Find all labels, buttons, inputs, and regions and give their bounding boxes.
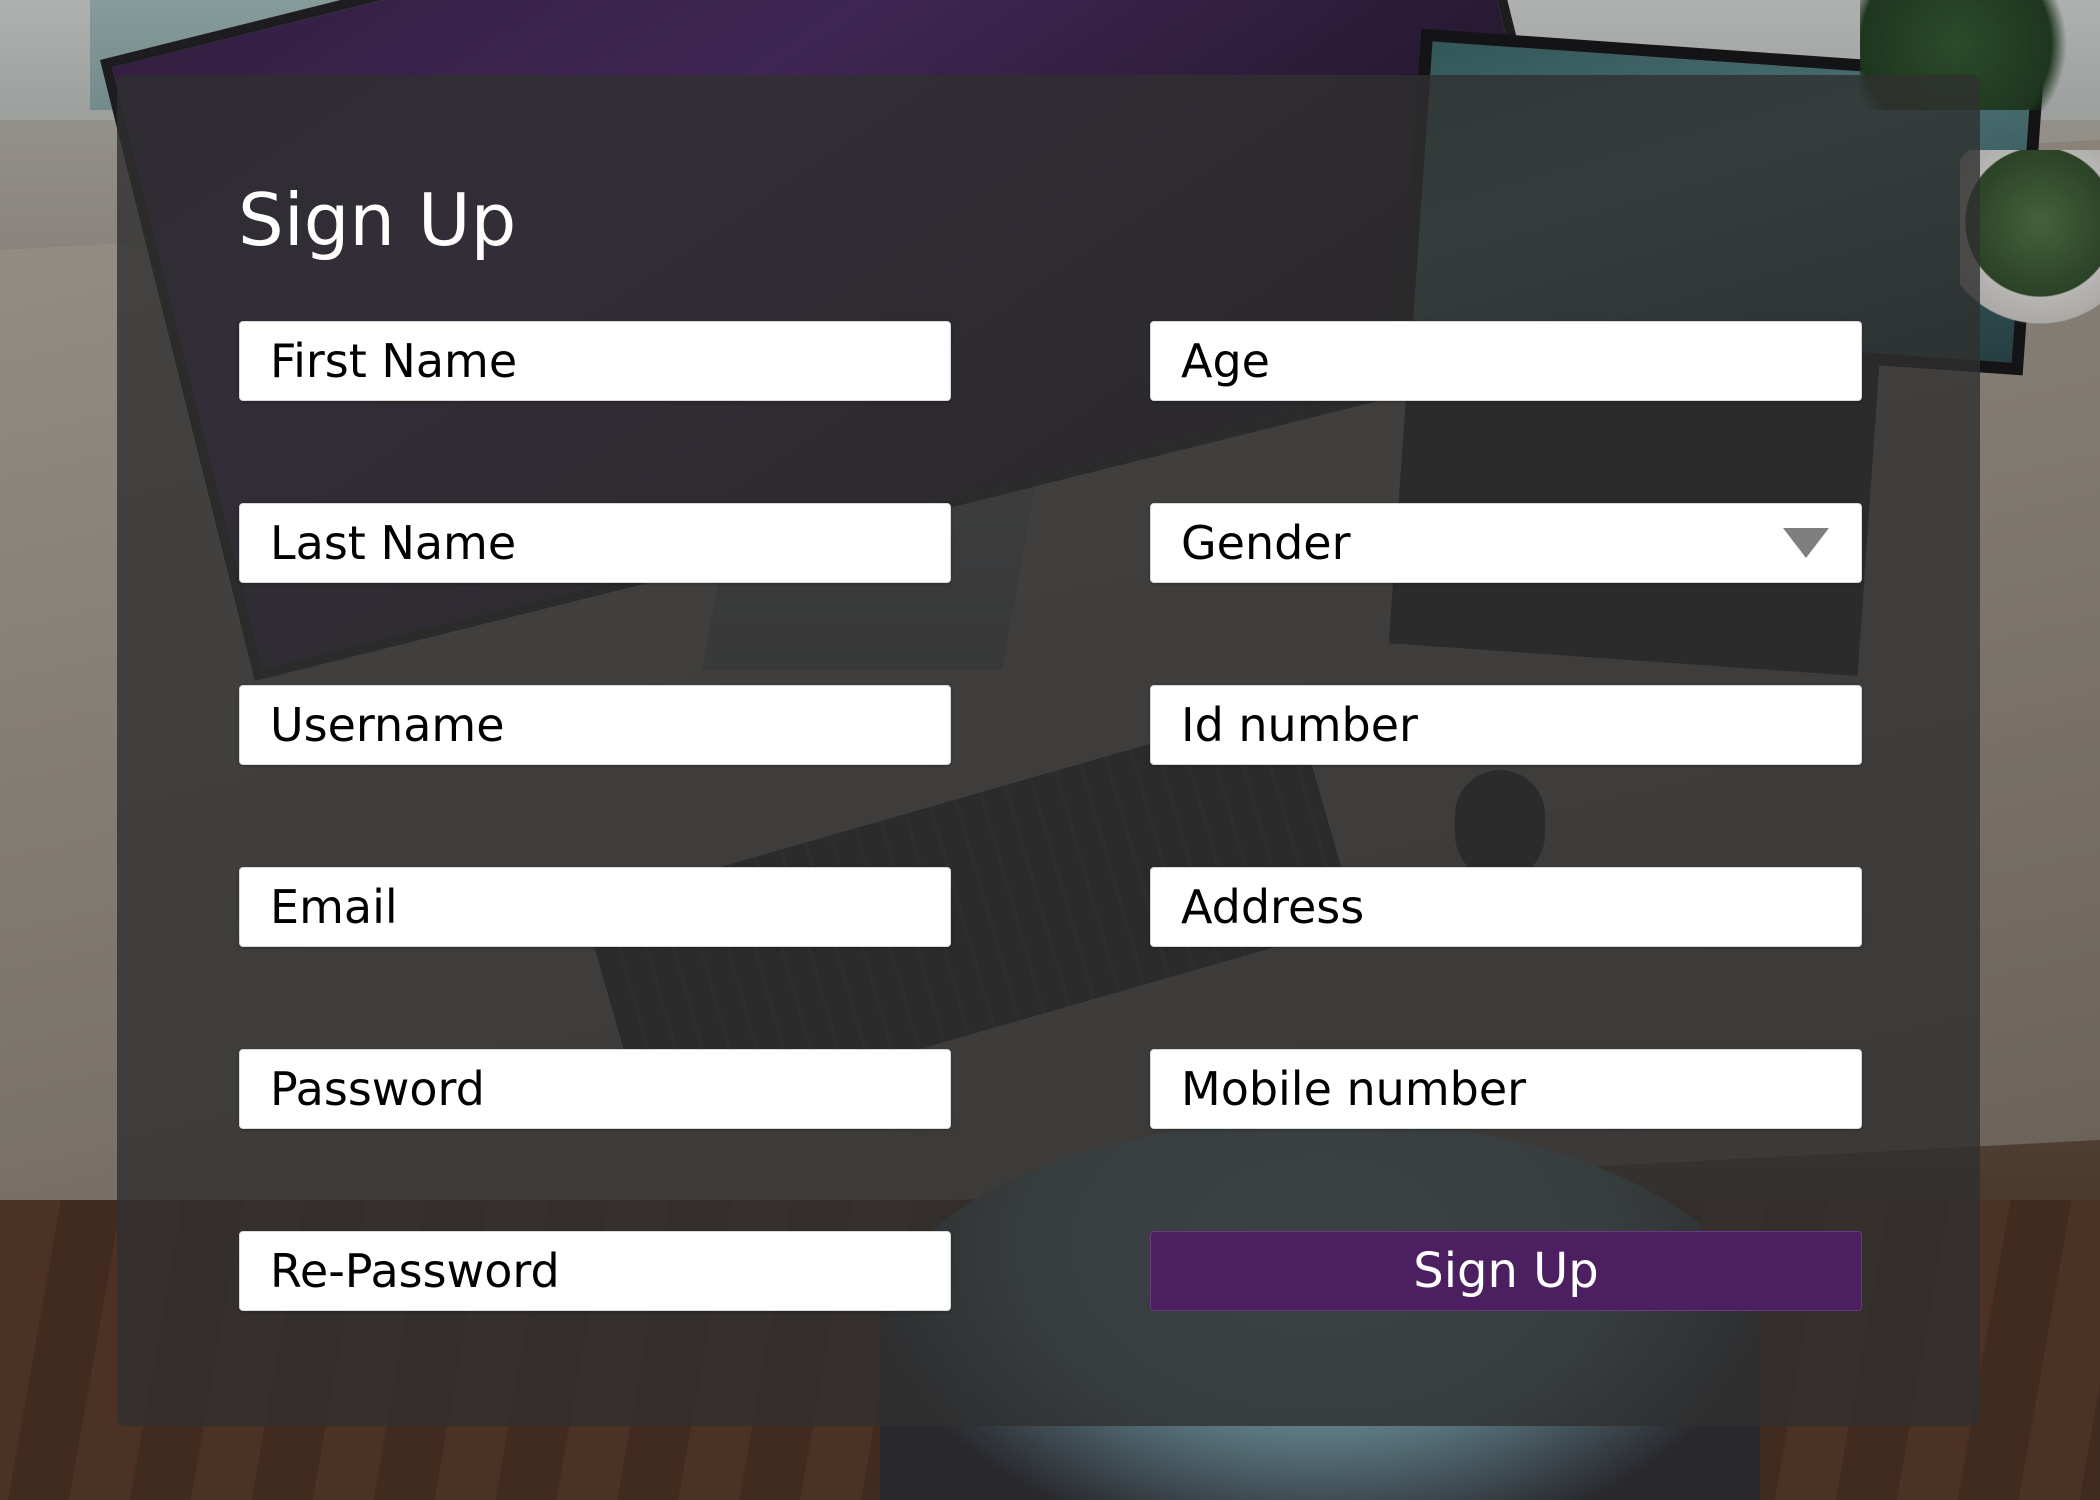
re-password-placeholder: Re-Password: [270, 1244, 560, 1298]
mobile-number-placeholder: Mobile number: [1181, 1062, 1527, 1116]
age-placeholder: Age: [1181, 334, 1270, 388]
sign-up-button-label: Sign Up: [1413, 1243, 1599, 1299]
gender-select[interactable]: Gender: [1150, 503, 1862, 583]
first-name-field[interactable]: First Name: [239, 321, 951, 401]
address-placeholder: Address: [1181, 880, 1365, 934]
password-field[interactable]: Password: [239, 1049, 951, 1129]
chevron-down-icon[interactable]: [1783, 528, 1829, 558]
email-field[interactable]: Email: [239, 867, 951, 947]
id-number-field[interactable]: Id number: [1150, 685, 1862, 765]
username-field[interactable]: Username: [239, 685, 951, 765]
sign-up-button[interactable]: Sign Up: [1150, 1231, 1862, 1311]
password-placeholder: Password: [270, 1062, 485, 1116]
signup-panel: Sign Up First Name Last Name Username Em…: [117, 75, 1980, 1426]
gender-selected-value: Gender: [1181, 516, 1351, 570]
first-name-placeholder: First Name: [270, 334, 518, 388]
address-field[interactable]: Address: [1150, 867, 1862, 947]
last-name-field[interactable]: Last Name: [239, 503, 951, 583]
id-number-placeholder: Id number: [1181, 698, 1418, 752]
form-title: Sign Up: [238, 178, 517, 262]
mobile-number-field[interactable]: Mobile number: [1150, 1049, 1862, 1129]
email-placeholder: Email: [270, 880, 398, 934]
last-name-placeholder: Last Name: [270, 516, 517, 570]
age-field[interactable]: Age: [1150, 321, 1862, 401]
username-placeholder: Username: [270, 698, 505, 752]
re-password-field[interactable]: Re-Password: [239, 1231, 951, 1311]
